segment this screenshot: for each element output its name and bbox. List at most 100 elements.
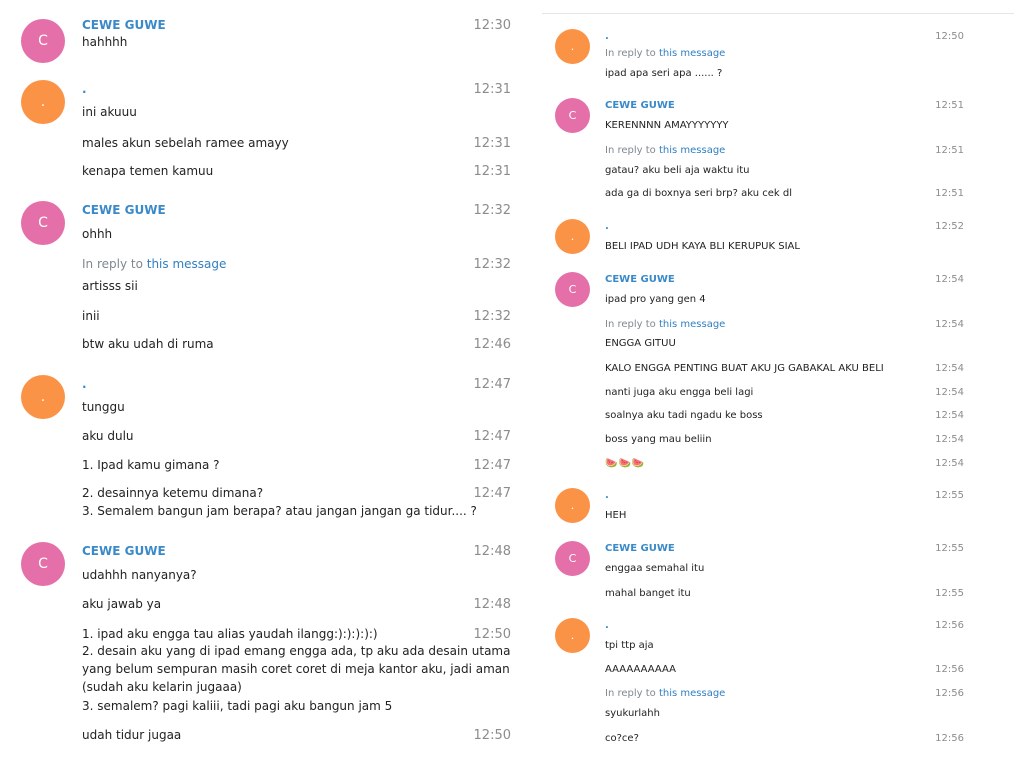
timestamp: 12:56 (935, 620, 964, 631)
message-text: ENGGA GITUU (605, 338, 676, 349)
message-text: btw aku udah di ruma (82, 337, 214, 351)
message-text: aku jawab ya (82, 597, 162, 611)
message-text: enggaa semahal itu (605, 563, 705, 574)
message-text: males akun sebelah ramee amayy (82, 136, 289, 150)
avatar[interactable]: . (555, 29, 590, 64)
timestamp: 12:56 (935, 688, 964, 699)
message-text: (sudah aku kelarin jugaaa) (82, 680, 242, 694)
message-text: mahal banget itu (605, 588, 691, 599)
reply-link[interactable]: this message (659, 145, 725, 156)
message-text: HEH (605, 510, 627, 521)
reply-reference: In reply to this message (605, 144, 725, 157)
timestamp: 12:54 (935, 363, 964, 374)
message-text: inii (82, 309, 100, 323)
avatar[interactable]: . (21, 375, 65, 419)
message-text: 3. semalem? pagi kaliii, tadi pagi aku b… (82, 699, 393, 713)
timestamp: 12:54 (935, 458, 964, 469)
message-text: 1. ipad aku engga tau alias yaudah ilang… (82, 627, 378, 641)
avatar[interactable]: C (555, 98, 590, 133)
message-text: artisss sii (82, 279, 138, 293)
message-text: hahhhh (82, 35, 128, 49)
message-text: syukurlahh (605, 708, 660, 719)
sender-name[interactable]: . (605, 220, 609, 233)
reply-link[interactable]: this message (659, 319, 725, 330)
timestamp: 12:32 (473, 309, 511, 324)
timestamp: 12:51 (935, 145, 964, 156)
timestamp: 12:50 (935, 31, 964, 42)
avatar[interactable]: C (21, 201, 65, 245)
message-text: ipad pro yang gen 4 (605, 294, 706, 305)
sender-name[interactable]: CEWE GUWE (605, 273, 675, 286)
avatar[interactable]: C (21, 542, 65, 586)
timestamp: 12:54 (935, 434, 964, 445)
avatar[interactable]: . (555, 219, 590, 254)
timestamp: 12:47 (473, 377, 511, 392)
reply-link[interactable]: this message (659, 48, 725, 59)
avatar[interactable]: . (555, 488, 590, 523)
message-text: tunggu (82, 400, 125, 414)
avatar[interactable]: C (555, 272, 590, 307)
avatar[interactable]: . (555, 618, 590, 653)
timestamp: 12:54 (935, 274, 964, 285)
reply-prefix: In reply to (82, 257, 147, 271)
reply-reference: In reply to this message (605, 47, 725, 60)
timestamp: 12:48 (473, 544, 511, 559)
message-text: tpi ttp aja (605, 640, 654, 651)
timestamp: 12:54 (935, 387, 964, 398)
message-text: 3. Semalem bangun jam berapa? atau janga… (82, 504, 477, 518)
sender-name[interactable]: . (605, 619, 609, 632)
timestamp: 12:50 (473, 728, 511, 743)
timestamp: 12:31 (473, 164, 511, 179)
message-text: 2. desain aku yang di ipad emang engga a… (82, 644, 511, 658)
reply-reference: In reply to this message (605, 318, 725, 331)
reply-link[interactable]: this message (147, 257, 227, 271)
sender-name[interactable]: CEWE GUWE (605, 542, 675, 555)
left-chat-panel: C CEWE GUWE hahhhh 12:30.. ini akuuu 12:31 mal… (0, 0, 520, 768)
timestamp: 12:50 (473, 627, 511, 642)
avatar[interactable]: . (21, 80, 65, 124)
message-text: AAAAAAAAAA (605, 664, 676, 675)
message-text: ini akuuu (82, 105, 137, 119)
avatar[interactable]: C (555, 541, 590, 576)
sender-name[interactable]: CEWE GUWE (82, 17, 166, 34)
reply-link[interactable]: this message (659, 688, 725, 699)
timestamp: 12:54 (935, 410, 964, 421)
reply-prefix: In reply to (605, 688, 659, 699)
message-text: udahhh nanyanya? (82, 568, 197, 582)
message-text: KALO ENGGA PENTING BUAT AKU JG GABAKAL A… (605, 363, 884, 374)
timestamp: 12:55 (935, 490, 964, 501)
message-text: ohhh (82, 227, 113, 241)
timestamp: 12:47 (473, 458, 511, 473)
timestamp: 12:31 (473, 82, 511, 97)
sender-name[interactable]: . (82, 376, 87, 393)
message-text: aku dulu (82, 429, 134, 443)
timestamp: 12:55 (935, 588, 964, 599)
sender-name[interactable]: . (605, 489, 609, 502)
timestamp: 12:47 (473, 429, 511, 444)
timestamp: 12:46 (473, 337, 511, 352)
message-text: soalnya aku tadi ngadu ke boss (605, 410, 763, 421)
message-text: udah tidur jugaa (82, 728, 182, 742)
timestamp: 12:47 (473, 486, 511, 501)
timestamp: 12:56 (935, 664, 964, 675)
timestamp: 12:51 (935, 188, 964, 199)
sender-name[interactable]: CEWE GUWE (82, 202, 166, 219)
reply-reference: In reply to this message (605, 687, 725, 700)
message-text: co?ce? (605, 733, 639, 744)
avatar[interactable]: C (21, 19, 65, 63)
message-text: ipad apa seri apa ...... ? (605, 68, 723, 79)
sender-name[interactable]: CEWE GUWE (605, 99, 675, 112)
timestamp: 12:31 (473, 136, 511, 151)
sender-name[interactable]: CEWE GUWE (82, 543, 166, 560)
message-text: 1. Ipad kamu gimana ? (82, 458, 220, 472)
right-chat-panel: .. In reply to this message 12:50 ipad apa … (532, 0, 1024, 768)
message-text: KERENNNN AMAYYYYYYY (605, 120, 729, 131)
top-divider (542, 13, 1014, 14)
timestamp: 12:48 (473, 597, 511, 612)
timestamp: 12:32 (473, 203, 511, 218)
timestamp: 12:54 (935, 319, 964, 330)
sender-name[interactable]: . (605, 30, 609, 43)
timestamp: 12:55 (935, 543, 964, 554)
sender-name[interactable]: . (82, 81, 87, 98)
message-text: BELI IPAD UDH KAYA BLI KERUPUK SIAL (605, 241, 800, 252)
